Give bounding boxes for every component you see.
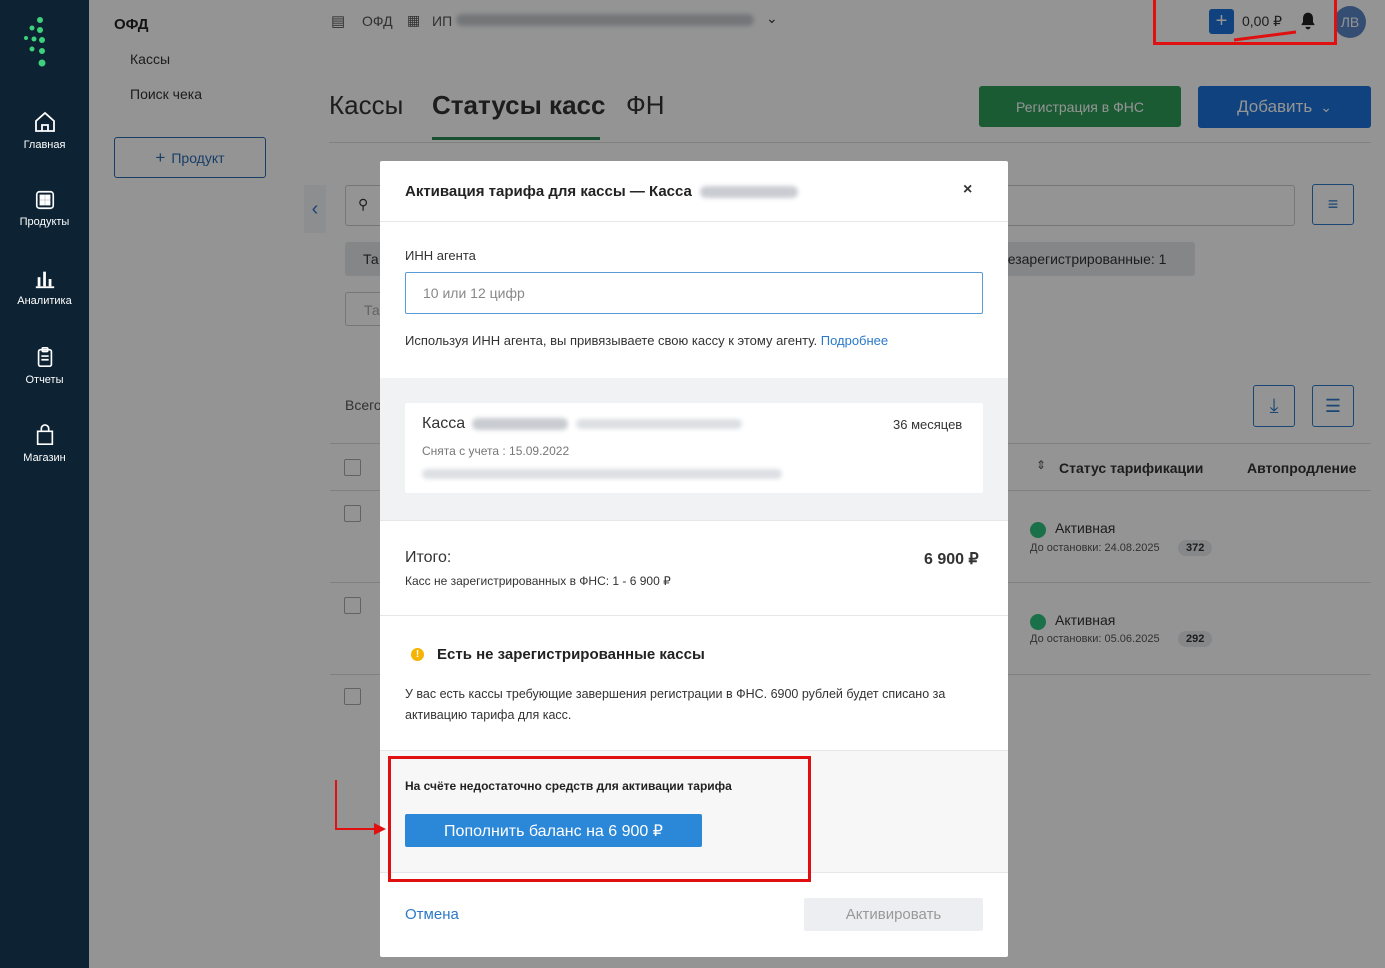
kassa-card-name: Касса (422, 415, 743, 433)
kassa-serial-redacted (576, 418, 743, 429)
warning-title-text: Есть не зарегистрированные кассы (437, 646, 705, 663)
home-icon (34, 111, 55, 132)
warning-text: У вас есть кассы требующие завершения ре… (405, 687, 946, 722)
rail-item-label: Продукты (19, 216, 70, 228)
chart-icon (35, 271, 54, 289)
grid-icon (35, 190, 54, 210)
annotation-underline (1233, 30, 1297, 42)
nav-rail: Главная Продукты Аналитика Отчеты Магази… (0, 0, 89, 968)
close-icon[interactable]: × (963, 181, 972, 199)
cancel-button[interactable]: Отмена (405, 906, 459, 923)
kassa-address-redacted (422, 469, 782, 479)
modal-title: Активация тарифа для кассы — Касса (405, 183, 799, 200)
kassa-name-redacted (700, 186, 799, 199)
activate-button[interactable]: Активировать (804, 898, 983, 931)
rail-item-analytics[interactable]: Аналитика (0, 268, 89, 307)
total-label: Итого: (405, 549, 452, 566)
rail-item-label: Главная (23, 139, 66, 151)
warning-icon: ! (411, 648, 424, 661)
annotation-arrow (335, 780, 386, 835)
inn-input[interactable] (405, 272, 983, 314)
rail-item-home[interactable]: Главная (0, 110, 89, 151)
rail-item-label: Отчеты (25, 374, 64, 386)
clipboard-icon (37, 347, 52, 367)
inn-hint: Используя ИНН агента, вы привязываете св… (405, 333, 888, 348)
more-link[interactable]: Подробнее (821, 333, 888, 348)
total-detail: Касс не зарегистрированных в ФНС: 1 - 6 … (405, 574, 671, 588)
modal-title-text: Активация тарифа для кассы — Касса (405, 183, 692, 200)
modal-divider (380, 615, 1008, 616)
kassa-details-redacted (471, 417, 568, 430)
rail-item-label: Аналитика (17, 295, 72, 307)
rail-item-shop[interactable]: Магазин (0, 423, 89, 464)
annotation-box-funds (388, 756, 811, 882)
bag-icon (36, 424, 53, 445)
kassa-deregistration-date: Снята с учета : 15.09.2022 (422, 444, 570, 458)
kassa-card: Касса 36 месяцев Снята с учета : 15.09.2… (405, 403, 983, 493)
modal-divider (380, 221, 1008, 222)
kassa-card-label: Касса (422, 415, 466, 432)
inn-hint-text: Используя ИНН агента, вы привязываете св… (405, 333, 818, 348)
modal-divider (380, 520, 1008, 521)
kassa-duration: 36 месяцев (893, 417, 963, 432)
logo-icon[interactable] (20, 14, 60, 74)
rail-item-label: Магазин (23, 452, 66, 464)
rail-item-reports[interactable]: Отчеты (0, 345, 89, 386)
total-value: 6 900 ₽ (924, 551, 979, 568)
warning-title: ! Есть не зарегистрированные кассы (405, 646, 705, 663)
rail-item-products[interactable]: Продукты (0, 189, 89, 228)
inn-label: ИНН агента (405, 248, 476, 263)
